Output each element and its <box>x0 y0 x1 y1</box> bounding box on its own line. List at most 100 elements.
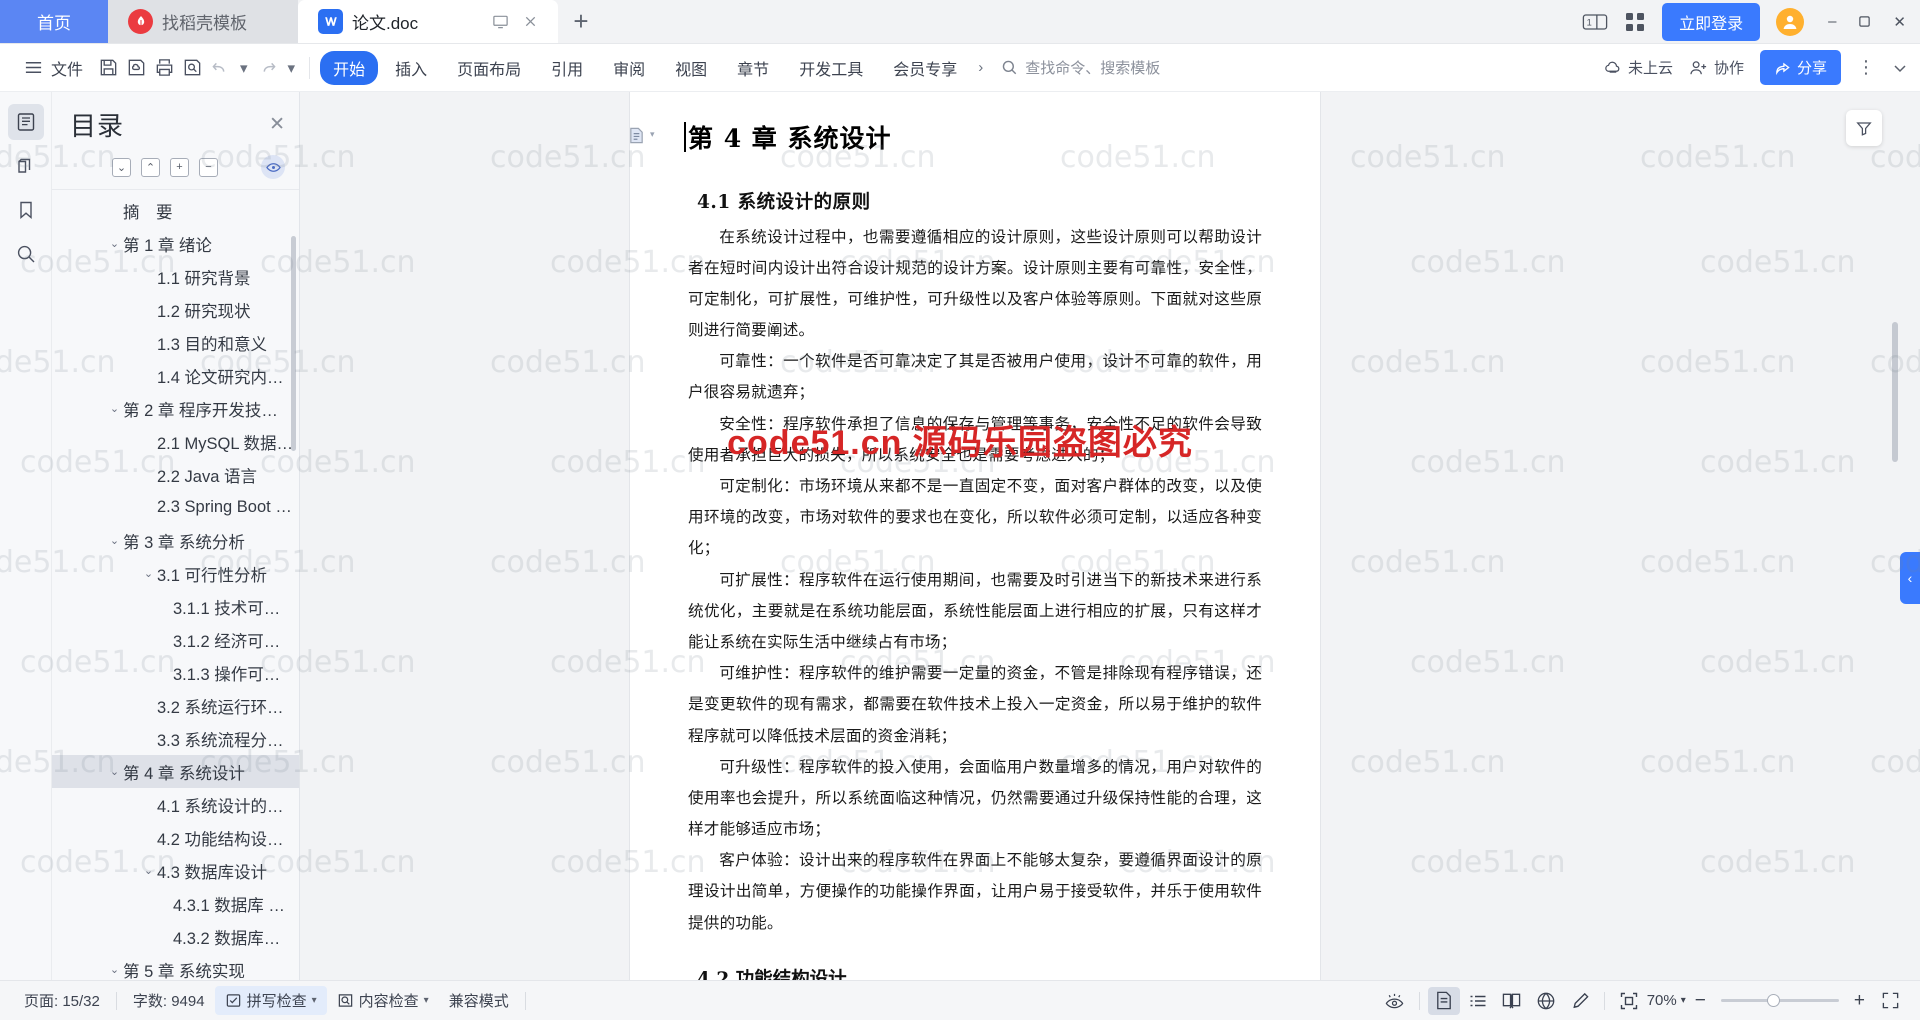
zoom-level[interactable]: 70% ▾ <box>1647 992 1686 1009</box>
decrease-level-icon[interactable]: − <box>199 157 218 177</box>
toc-item[interactable]: ⌄ 第 5 章 系统实现 <box>52 953 299 981</box>
toc-scrollbar[interactable] <box>291 236 296 451</box>
chevron-down-icon[interactable]: ⌄ <box>140 567 157 580</box>
minimize-button[interactable]: – <box>1828 13 1836 30</box>
toc-item[interactable]: 4.3.2 数据库… <box>52 920 299 953</box>
content-check-caret[interactable]: ▾ <box>424 995 429 1006</box>
toc-item[interactable]: 4.3.1 数据库 … <box>52 887 299 920</box>
print-icon[interactable] <box>152 56 176 80</box>
ribbon-overflow-icon[interactable]: › <box>974 59 987 76</box>
chevron-down-icon[interactable]: ⌄ <box>106 963 123 976</box>
document-scrollbar[interactable] <box>1892 322 1898 462</box>
tab-document-active[interactable]: 论文.doc <box>298 0 558 43</box>
toc-item[interactable]: 2.3 Spring Boot … <box>52 491 299 524</box>
outline-view-icon[interactable] <box>1462 987 1494 1015</box>
toc-item[interactable]: 2.2 Java 语言 <box>52 458 299 491</box>
chevron-down-icon[interactable]: ⌄ <box>140 864 157 877</box>
file-menu-button[interactable]: 文件 <box>12 51 92 85</box>
collaborate-button[interactable]: 协作 <box>1689 57 1744 78</box>
toc-item[interactable]: 1.4 论文研究内… <box>52 359 299 392</box>
document-paragraph[interactable]: 在系统设计过程中，也需要遵循相应的设计原则，这些设计原则可以帮助设计者在短时间内… <box>688 222 1262 347</box>
zoom-caret[interactable]: ▾ <box>1681 995 1686 1006</box>
toc-close-icon[interactable]: ✕ <box>269 113 285 136</box>
toc-item[interactable]: 3.1.1 技术可… <box>52 590 299 623</box>
chevron-down-icon[interactable]: ⌄ <box>106 765 123 778</box>
toc-item[interactable]: ⌄ 第 3 章 系统分析 <box>52 524 299 557</box>
search-icon[interactable] <box>8 236 44 272</box>
cloud-status-button[interactable]: 未上云 <box>1603 57 1673 78</box>
expand-all-icon[interactable]: ⌄ <box>112 157 131 177</box>
ribbon-collapse-icon[interactable] <box>1892 60 1908 76</box>
page-view-icon[interactable] <box>1427 986 1460 1015</box>
document-paragraph[interactable]: 可扩展性：程序软件在运行使用期间，也需要及时引进当下的新技术来进行系统优化，主要… <box>688 565 1262 659</box>
document-paragraph[interactable]: 可维护性：程序软件的维护需要一定量的资金，不管是排除现有程序错误，还是变更软件的… <box>688 658 1262 752</box>
toc-item[interactable]: ⌄ 3.1 可行性分析 <box>52 557 299 590</box>
outline-icon[interactable] <box>7 104 44 140</box>
web-view-icon[interactable] <box>1530 987 1562 1015</box>
toc-item[interactable]: 1.1 研究背景 <box>52 260 299 293</box>
spell-check-button[interactable]: 拼写检查 ▾ <box>214 986 327 1015</box>
toc-eye-icon[interactable] <box>261 155 285 179</box>
avatar[interactable] <box>1776 7 1805 36</box>
fullscreen-icon[interactable] <box>1874 987 1906 1015</box>
redo-dropdown-icon[interactable]: ▾ <box>284 59 300 77</box>
document-paragraph[interactable]: 可定制化：市场环境从来都不是一直固定不变，面对客户群体的改变，以及使用环境的改变… <box>688 471 1262 565</box>
content-check-button[interactable]: 内容检查 ▾ <box>327 986 439 1015</box>
zoom-slider-track[interactable] <box>1720 994 1839 1007</box>
document-next-heading[interactable]: 4.2 功能结构设计 <box>697 965 1262 980</box>
chevron-down-icon[interactable]: ⌄ <box>106 402 123 415</box>
tab-page-layout[interactable]: 页面布局 <box>444 51 534 85</box>
toc-item[interactable]: 4.1 系统设计的… <box>52 788 299 821</box>
save-as-cloud-icon[interactable] <box>124 56 148 80</box>
pen-edit-icon[interactable] <box>1564 987 1596 1015</box>
chevron-down-icon[interactable]: ⌄ <box>106 534 123 547</box>
thumbnail-icon[interactable] <box>8 148 44 184</box>
toc-item[interactable]: 3.1.3 操作可… <box>52 656 299 689</box>
zoom-in-button[interactable]: + <box>1847 990 1872 1012</box>
search-command-box[interactable]: 查找命令、搜索模板 <box>1001 57 1160 78</box>
toc-item[interactable]: ⌄ 第 1 章 绪论 <box>52 227 299 260</box>
document-body[interactable]: 在系统设计过程中，也需要遵循相应的设计原则，这些设计原则可以帮助设计者在短时间内… <box>688 222 1262 939</box>
toc-item[interactable]: 4.2 功能结构设… <box>52 821 299 854</box>
tab-docer-template[interactable]: 找稻壳模板 <box>108 0 298 43</box>
document-canvas[interactable]: ▾ 第 4 章 系统设计 4.1 系统设计的原则 在系统设计过程中，也需要遵循相… <box>300 92 1920 980</box>
save-icon[interactable] <box>96 56 120 80</box>
zoom-slider-knob[interactable] <box>1766 994 1780 1007</box>
tab-insert[interactable]: 插入 <box>382 51 440 85</box>
grid-icon[interactable] <box>1624 11 1646 33</box>
close-icon[interactable] <box>523 14 538 29</box>
maximize-button[interactable] <box>1858 15 1871 28</box>
new-tab-button[interactable]: + <box>558 0 604 43</box>
document-paragraph[interactable]: 可升级性：程序软件的投入使用，会面临用户数量增多的情况，用户对软件的使用率也会提… <box>688 752 1262 846</box>
undo-dropdown-icon[interactable]: ▾ <box>236 59 252 77</box>
spell-check-caret[interactable]: ▾ <box>312 995 317 1006</box>
chevron-down-icon[interactable]: ⌄ <box>106 237 123 250</box>
tab-references[interactable]: 引用 <box>538 51 596 85</box>
tab-start[interactable]: 开始 <box>320 50 379 85</box>
document-heading-2[interactable]: 4.1 系统设计的原则 <box>697 188 1262 214</box>
reading-view-icon[interactable] <box>1496 987 1528 1015</box>
paragraph-style-icon[interactable]: ▾ <box>628 126 656 145</box>
fit-page-icon[interactable] <box>1613 987 1645 1015</box>
document-paragraph[interactable]: 可靠性：一个软件是否可靠决定了其是否被用户使用，设计不可靠的软件，用户很容易就遗… <box>688 346 1262 408</box>
toc-item[interactable]: 1.3 目的和意义 <box>52 326 299 359</box>
more-options-icon[interactable]: ⋮ <box>1857 57 1876 78</box>
window-split-icon[interactable]: 1 <box>1582 12 1608 32</box>
tab-developer-tools[interactable]: 开发工具 <box>786 51 876 85</box>
zoom-out-button[interactable]: − <box>1688 990 1713 1012</box>
tab-home[interactable]: 首页 <box>0 0 108 43</box>
share-button[interactable]: 分享 <box>1759 50 1841 85</box>
toc-item[interactable]: ⌄ 第 4 章 系统设计 <box>52 755 299 788</box>
close-window-button[interactable]: ✕ <box>1893 13 1906 31</box>
document-paragraph[interactable]: 客户体验：设计出来的程序软件在界面上不能够太复杂，要遵循界面设计的原理设计出简单… <box>688 845 1262 939</box>
toc-item[interactable]: 3.2 系统运行环… <box>52 689 299 722</box>
print-preview-icon[interactable] <box>180 56 204 80</box>
tab-review[interactable]: 审阅 <box>600 51 658 85</box>
bookmark-icon[interactable] <box>8 192 44 228</box>
redo-icon[interactable] <box>256 56 280 80</box>
toc-item[interactable]: 3.1.2 经济可… <box>52 623 299 656</box>
login-button[interactable]: 立即登录 <box>1662 2 1761 41</box>
toc-item[interactable]: 1.2 研究现状 <box>52 293 299 326</box>
filter-icon[interactable] <box>1846 110 1882 146</box>
document-paragraph[interactable]: 安全性：程序软件承担了信息的保存与管理等事务，安全性不足的软件会导致使用者承担巨… <box>688 409 1262 471</box>
